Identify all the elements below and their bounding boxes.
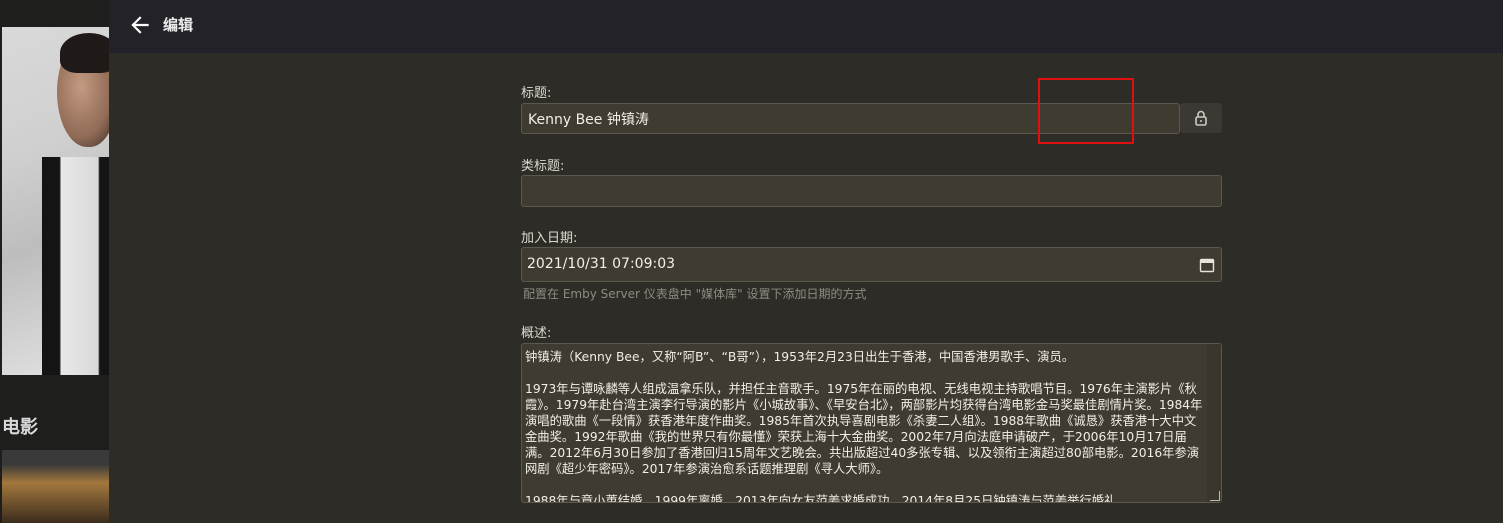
overview-textarea[interactable]: 钟镇涛（Kenny Bee，又称“阿B”、“B哥”），1953年2月23日出生于…: [521, 343, 1222, 503]
sort-title-input[interactable]: [521, 175, 1222, 207]
date-added-label: 加入日期:: [521, 231, 578, 246]
date-added-value: 2021/10/31 07:09:03: [527, 256, 676, 272]
overview-scrollbar[interactable]: [1207, 344, 1221, 502]
photo-shirt: [42, 157, 109, 375]
sort-title-label: 类标题:: [521, 159, 565, 174]
title-label: 标题:: [521, 86, 552, 101]
background-page: 电影: [0, 0, 109, 523]
arrow-left-icon: [131, 16, 149, 34]
textarea-resize-handle[interactable]: [1210, 491, 1220, 501]
movie-poster[interactable]: [2, 450, 109, 523]
date-added-input[interactable]: 2021/10/31 07:09:03: [521, 247, 1222, 282]
photo-hair: [60, 33, 109, 73]
lock-title-button[interactable]: [1180, 103, 1222, 133]
dialog-header: 编辑: [109, 0, 1503, 53]
section-title-movies: 电影: [2, 417, 38, 438]
overview-label: 概述:: [521, 326, 552, 341]
back-button[interactable]: [127, 12, 153, 38]
person-photo: [2, 27, 109, 375]
date-added-hint: 配置在 Emby Server 仪表盘中 "媒体库" 设置下添加日期的方式: [523, 287, 867, 301]
calendar-icon[interactable]: [1199, 257, 1215, 273]
highlight-annotation: [1038, 78, 1134, 144]
lock-icon: [1195, 110, 1207, 126]
dialog-title: 编辑: [163, 16, 194, 34]
edit-dialog: 编辑 标题: 类标题: 加入日期: 2021/10/31 07:09:03 配置…: [109, 0, 1503, 523]
